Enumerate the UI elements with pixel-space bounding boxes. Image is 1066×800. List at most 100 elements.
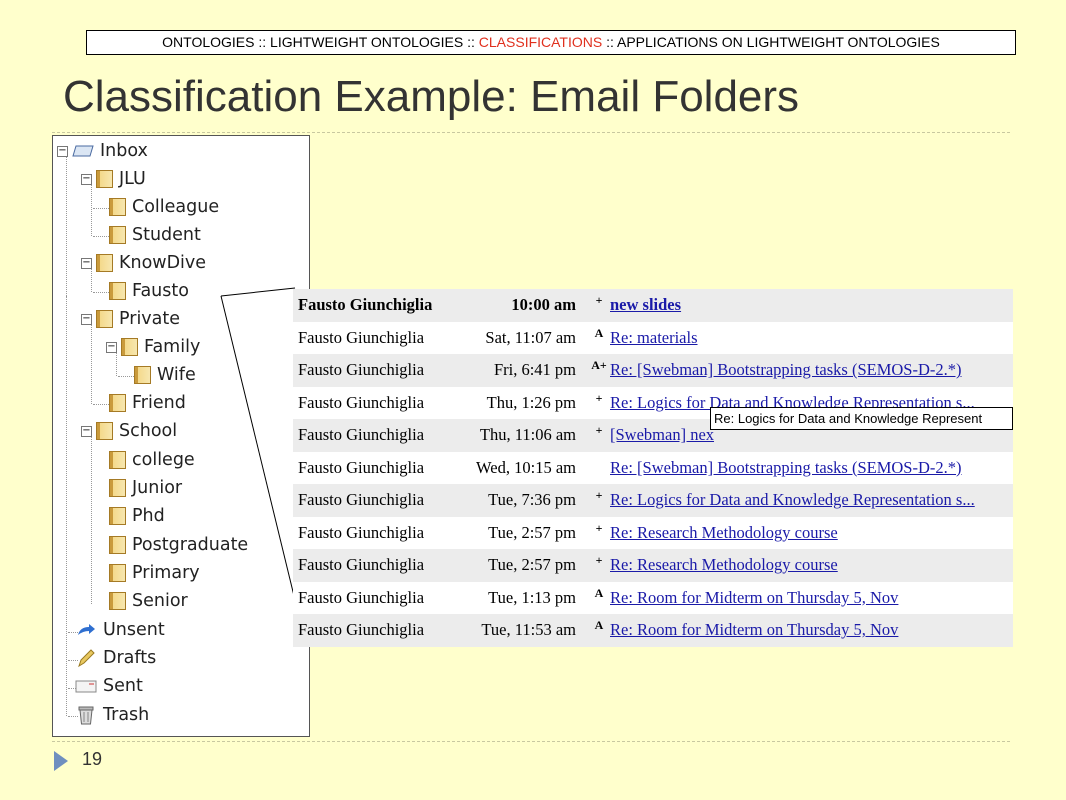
tree-item-knowdive[interactable]: − KnowDive <box>81 250 206 276</box>
drafts-pen-icon <box>75 648 97 668</box>
tree-label: Trash <box>103 705 150 725</box>
email-sender: Fausto Giunchiglia <box>298 490 425 510</box>
tree-item-family[interactable]: − Family <box>106 334 200 360</box>
tree-item-trash[interactable]: Trash <box>75 702 149 728</box>
email-sender: Fausto Giunchiglia <box>298 555 425 575</box>
folder-icon <box>109 394 126 412</box>
tree-line <box>118 376 134 377</box>
email-time: 10:00 am <box>511 295 576 315</box>
email-subject-link[interactable]: new slides <box>610 295 681 314</box>
email-subject-link[interactable]: Re: [Swebman] Bootstrapping tasks (SEMOS… <box>610 360 962 379</box>
tree-label: Family <box>144 337 201 357</box>
email-flag: + <box>595 390 603 405</box>
collapse-toggle[interactable]: − <box>106 341 117 353</box>
tree-item-school[interactable]: − School <box>81 418 177 444</box>
breadcrumb-applications[interactable]: :: APPLICATIONS ON LIGHTWEIGHT ONTOLOGIE… <box>602 34 940 50</box>
email-sender: Fausto Giunchiglia <box>298 522 425 542</box>
tree-item-college[interactable]: college <box>109 447 195 473</box>
breadcrumb-classifications[interactable]: CLASSIFICATIONS <box>479 34 602 50</box>
collapse-toggle[interactable]: − <box>81 257 92 269</box>
tree-item-private[interactable]: − Private <box>81 306 180 332</box>
tree-item-senior[interactable]: Senior <box>109 588 188 614</box>
email-flag: A <box>594 585 604 600</box>
tree-label: Student <box>132 225 201 245</box>
tree-label: Inbox <box>100 141 148 161</box>
breadcrumb-ontologies[interactable]: ONTOLOGIES :: <box>162 34 270 50</box>
tree-item-drafts[interactable]: Drafts <box>75 645 156 671</box>
folder-icon <box>109 564 126 582</box>
email-sender: Fausto Giunchiglia <box>298 620 425 640</box>
email-row[interactable]: Fausto Giunchiglia Tue, 11:53 am A Re: R… <box>293 614 1013 647</box>
folder-icon <box>96 310 113 328</box>
email-time: Tue, 11:53 am <box>481 620 576 640</box>
tree-item-jlu[interactable]: − JLU <box>81 166 146 192</box>
tree-item-sent[interactable]: Sent <box>75 673 143 699</box>
folder-icon <box>109 226 126 244</box>
folder-icon <box>109 592 126 610</box>
email-flag: A <box>594 325 604 340</box>
email-sender: Fausto Giunchiglia <box>298 457 425 477</box>
tree-item-junior[interactable]: Junior <box>109 475 182 501</box>
tree-label: Sent <box>103 676 143 696</box>
tree-label: Friend <box>132 393 186 413</box>
email-sender: Fausto Giunchiglia <box>298 295 433 315</box>
email-row[interactable]: Fausto Giunchiglia 10:00 am + new slides <box>293 289 1013 322</box>
email-row[interactable]: Fausto Giunchiglia Fri, 6:41 pm A+ Re: [… <box>293 354 1013 387</box>
email-subject-link[interactable]: Re: Room for Midterm on Thursday 5, Nov <box>610 588 898 607</box>
tree-label: Drafts <box>103 648 157 668</box>
folder-icon <box>134 366 151 384</box>
folder-icon <box>109 536 126 554</box>
email-time: Tue, 2:57 pm <box>488 522 576 542</box>
tree-item-student[interactable]: Student <box>109 222 201 248</box>
email-flag <box>588 452 610 485</box>
email-flag: + <box>595 423 603 437</box>
email-row[interactable]: Fausto Giunchiglia Wed, 10:15 am Re: [Sw… <box>293 451 1013 485</box>
tree-item-fausto[interactable]: Fausto <box>109 278 189 304</box>
tree-label: School <box>119 421 178 441</box>
email-row[interactable]: Fausto Giunchiglia Sat, 11:07 am A Re: m… <box>293 321 1013 354</box>
breadcrumb-lightweight[interactable]: LIGHTWEIGHT ONTOLOGIES :: <box>270 34 479 50</box>
tree-item-inbox[interactable]: − Inbox <box>57 138 148 164</box>
email-list: Fausto Giunchiglia 10:00 am + new slides… <box>293 289 1013 647</box>
tree-item-phd[interactable]: Phd <box>109 503 165 529</box>
tree-line <box>91 436 92 604</box>
subject-tooltip: Re: Logics for Data and Knowledge Repres… <box>710 407 1013 430</box>
email-subject-link[interactable]: Re: Logics for Data and Knowledge Repres… <box>610 490 975 509</box>
tree-line <box>66 156 67 296</box>
tree-line <box>93 292 109 293</box>
email-row[interactable]: Fausto Giunchiglia Tue, 2:57 pm + Re: Re… <box>293 549 1013 582</box>
folder-icon <box>109 198 126 216</box>
tree-item-postgraduate[interactable]: Postgraduate <box>109 532 248 558</box>
tree-item-unsent[interactable]: Unsent <box>75 617 165 643</box>
email-subject-link[interactable]: Re: [Swebman] Bootstrapping tasks (SEMOS… <box>610 458 962 477</box>
email-time: Tue, 1:13 pm <box>488 587 576 607</box>
email-time: Sat, 11:07 am <box>485 327 576 347</box>
folder-icon <box>109 451 126 469</box>
collapse-toggle[interactable]: − <box>57 145 68 157</box>
email-subject-link[interactable]: Re: Research Methodology course <box>610 555 838 574</box>
email-flag: + <box>595 488 603 502</box>
email-subject-link[interactable]: Re: materials <box>610 328 698 347</box>
tree-label: Unsent <box>103 620 165 640</box>
email-flag: + <box>595 293 603 307</box>
tree-label: Fausto <box>132 281 189 301</box>
email-row[interactable]: Fausto Giunchiglia Tue, 1:13 pm A Re: Ro… <box>293 581 1013 614</box>
tree-line <box>93 208 109 209</box>
tree-item-primary[interactable]: Primary <box>109 560 200 586</box>
collapse-toggle[interactable]: − <box>81 425 92 437</box>
email-subject-link[interactable]: [Swebman] nex <box>610 425 714 444</box>
collapse-toggle[interactable]: − <box>81 313 92 325</box>
collapse-toggle[interactable]: − <box>81 173 92 185</box>
email-subject-link[interactable]: Re: Research Methodology course <box>610 523 838 542</box>
email-subject-link[interactable]: Re: Room for Midterm on Thursday 5, Nov <box>610 620 898 639</box>
email-row[interactable]: Fausto Giunchiglia Tue, 2:57 pm + Re: Re… <box>293 516 1013 549</box>
email-row[interactable]: Fausto Giunchiglia Tue, 7:36 pm + Re: Lo… <box>293 484 1013 517</box>
folder-tree: − Inbox − JLU Colleague Student − KnowDi… <box>52 135 310 737</box>
tree-label: Colleague <box>132 197 220 217</box>
email-flag: + <box>595 553 603 567</box>
folder-icon <box>109 507 126 525</box>
tree-item-wife[interactable]: Wife <box>134 362 196 388</box>
tree-line <box>91 324 92 404</box>
tree-item-colleague[interactable]: Colleague <box>109 194 219 220</box>
tree-item-friend[interactable]: Friend <box>109 390 186 416</box>
